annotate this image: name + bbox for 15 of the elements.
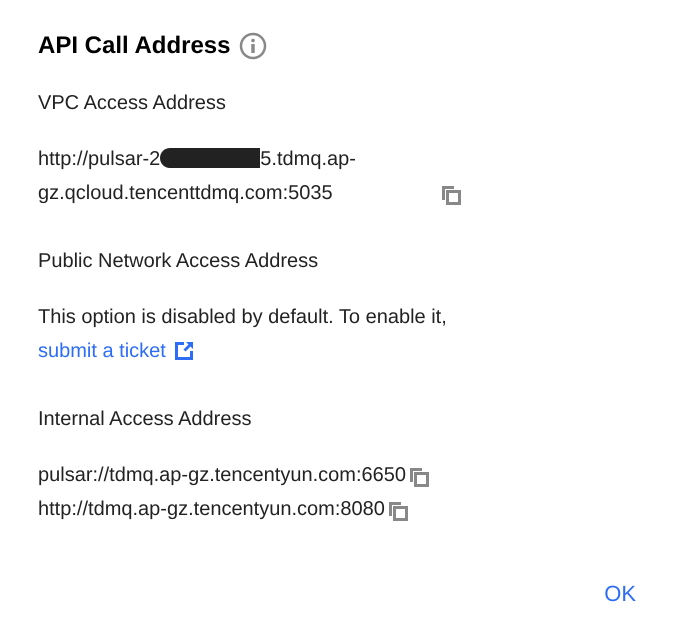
external-link-icon	[174, 341, 194, 361]
notice-text: This option is disabled by default. To enable it,	[38, 305, 448, 330]
address-text: http://pulsar-2 5.tdmq.ap-gz.qcloud.tencenttdmq.com:5035	[38, 147, 357, 206]
address-text: http://tdmq.ap-gz.tencentyun.com:8080	[38, 497, 385, 522]
section-label: Internal Access Address	[38, 407, 252, 432]
copy-icon[interactable]	[386, 500, 409, 522]
dialog-title: API Call Address	[38, 31, 231, 61]
ok-button[interactable]: OK	[600, 573, 640, 614]
copy-icon[interactable]	[440, 184, 462, 206]
address-text: pulsar://tdmq.ap-gz.tencentyun.com:6650	[38, 463, 406, 488]
submit-ticket-link[interactable]: submit a ticket	[38, 334, 194, 368]
info-icon[interactable]	[238, 32, 267, 60]
copy-icon[interactable]	[408, 466, 430, 488]
section-label: Public Network Access Address	[38, 249, 320, 274]
section-label: VPC Access Address	[38, 91, 227, 116]
